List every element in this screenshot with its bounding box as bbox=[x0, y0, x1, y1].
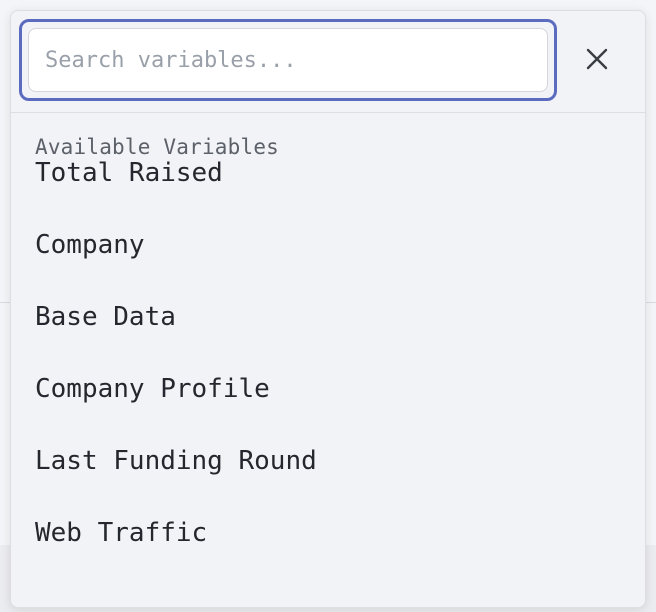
variable-item-last-funding-round[interactable]: Last Funding Round bbox=[11, 425, 645, 497]
variable-item-web-traffic[interactable]: Web Traffic bbox=[11, 497, 645, 569]
dropdown-header bbox=[11, 11, 645, 113]
close-icon bbox=[586, 48, 608, 70]
close-button[interactable] bbox=[579, 41, 615, 77]
variable-item-company-profile[interactable]: Company Profile bbox=[11, 353, 645, 425]
search-input[interactable] bbox=[28, 28, 548, 92]
variable-list: Total Raised Company Base Data Company P… bbox=[11, 158, 645, 569]
variable-item-company[interactable]: Company bbox=[11, 209, 645, 281]
variable-item-total-raised[interactable]: Total Raised bbox=[11, 137, 645, 209]
variable-picker-dropdown: Available Variables Total Raised Company… bbox=[10, 10, 646, 608]
variable-item-base-data[interactable]: Base Data bbox=[11, 281, 645, 353]
search-focus-ring bbox=[19, 19, 557, 101]
